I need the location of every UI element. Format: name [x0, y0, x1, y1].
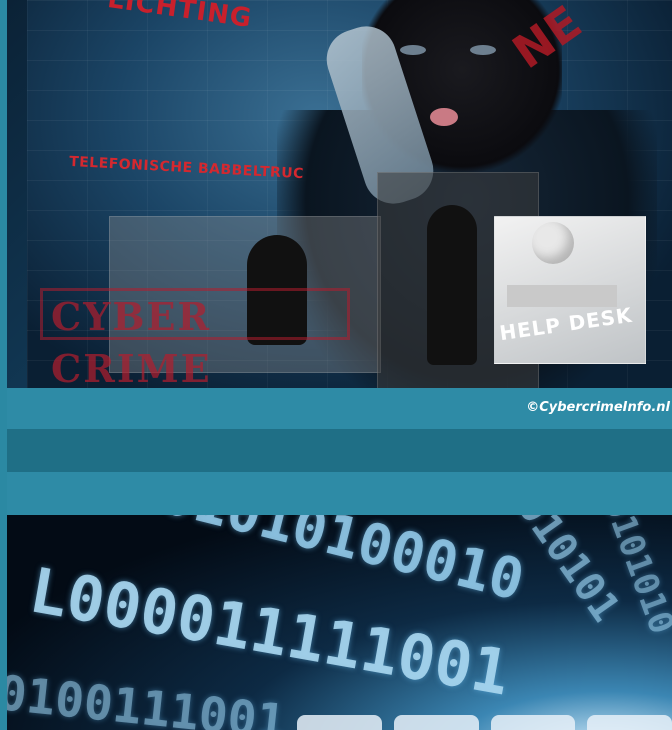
ui-chip-strip — [297, 715, 672, 730]
masked-caller-figure-2 — [427, 205, 477, 365]
section-gap — [7, 429, 672, 472]
mouth — [430, 108, 458, 126]
caption-bar: ©CybercrimeInfo.nl — [7, 388, 672, 429]
ui-chip — [587, 715, 672, 730]
left-edge-stripe — [0, 0, 7, 730]
cyber-crime-stamp: CYBER CRIME — [40, 288, 350, 388]
ui-chip — [490, 715, 576, 730]
binary-row: 0100111001 — [7, 665, 289, 730]
section-header-bar — [7, 472, 672, 515]
ui-chip — [297, 715, 382, 730]
eye-left — [400, 45, 426, 55]
copyright-caption: ©CybercrimeInfo.nl — [526, 400, 670, 415]
binary-tunnel-image: 01010100010 L000011111001 0100111001 101… — [7, 515, 672, 730]
helpdesk-avatar-icon — [532, 222, 574, 264]
hero-image: LICHTING NE TELEFONISCHE BABBELTRUC HELP… — [7, 0, 672, 388]
ui-chip — [393, 715, 479, 730]
eye-right — [470, 45, 496, 55]
helpdesk-desk — [507, 285, 617, 307]
